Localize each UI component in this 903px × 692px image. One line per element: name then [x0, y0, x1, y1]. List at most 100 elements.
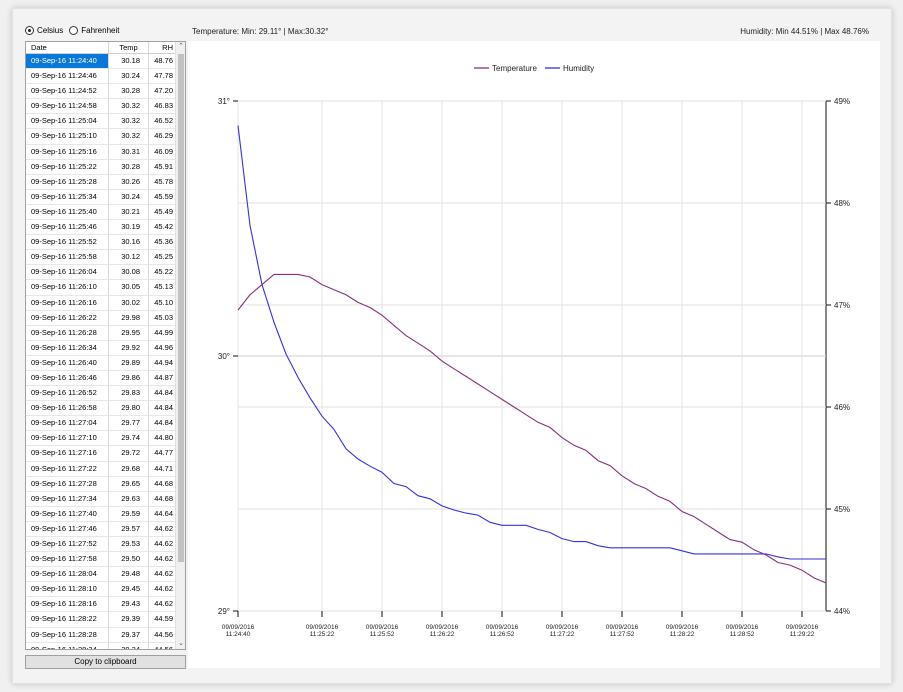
table-row[interactable]: 09-Sep-16 11:27:22 29.68 44.71: [26, 461, 177, 477]
rh-cell: 44.94: [154, 357, 173, 367]
temp-cell: 29.48: [109, 567, 149, 582]
table-row[interactable]: 09-Sep-16 11:25:58 30.12 45.25: [26, 250, 177, 266]
date-cell: 09-Sep-16 11:28:04: [26, 567, 109, 582]
right-y-tick-label: 47%: [834, 301, 850, 310]
table-row[interactable]: 09-Sep-16 11:27:58 29.50 44.62: [26, 552, 177, 568]
table-row[interactable]: 09-Sep-16 11:25:04 30.32 46.52: [26, 114, 177, 130]
x-tick-label: 11:28:22: [670, 631, 695, 638]
table-row[interactable]: 09-Sep-16 11:28:28 29.37 44.56: [26, 627, 177, 643]
table-row[interactable]: 09-Sep-16 11:27:16 29.72 44.77: [26, 446, 177, 462]
copy-to-clipboard-button[interactable]: Copy to clipboard: [25, 655, 186, 669]
date-cell: 09-Sep-16 11:26:16: [26, 295, 109, 310]
temp-cell: 29.45: [109, 582, 149, 597]
rh-cell: 44.99: [154, 327, 173, 337]
table-row[interactable]: 09-Sep-16 11:27:34 29.63 44.68: [26, 491, 177, 507]
rh-cell: 44.96: [154, 342, 173, 352]
temp-cell: 30.31: [109, 144, 149, 159]
scroll-up-icon[interactable]: ⌃: [177, 43, 185, 51]
x-tick-label: 11:25:52: [370, 631, 395, 638]
table-row[interactable]: 09-Sep-16 11:26:04 30.08 45.22: [26, 265, 177, 281]
x-tick-label: 09/09/2016: [606, 624, 639, 631]
table-row[interactable]: 09-Sep-16 11:26:28 29.95 44.99: [26, 325, 177, 341]
rh-cell: 44.68: [154, 493, 173, 503]
rh-cell: 44.84: [154, 403, 173, 413]
table-scrollbar[interactable]: ⌃ ⌄: [175, 42, 185, 649]
table-row[interactable]: 09-Sep-16 11:26:46 29.86 44.87: [26, 370, 177, 387]
temp-cell: 30.18: [109, 54, 149, 69]
rh-cell: 44.62: [154, 554, 173, 564]
table-row[interactable]: 09-Sep-16 11:27:52 29.53 44.62: [26, 537, 177, 553]
table-row[interactable]: 09-Sep-16 11:26:58 29.80 44.84: [26, 401, 177, 417]
table-row[interactable]: 09-Sep-16 11:25:46 30.19 45.42: [26, 220, 177, 236]
date-cell: 09-Sep-16 11:25:40: [26, 204, 109, 220]
table-row[interactable]: 09-Sep-16 11:28:22 29.39 44.59: [26, 612, 177, 628]
table-row[interactable]: 09-Sep-16 11:24:58 30.32 46.83: [26, 99, 177, 115]
table-row[interactable]: 09-Sep-16 11:25:22 30.28 45.91: [26, 159, 177, 175]
table-row[interactable]: 09-Sep-16 11:28:10 29.45 44.62: [26, 582, 177, 598]
rh-cell: 46.29: [154, 131, 173, 141]
rh-cell: 45.03: [154, 312, 173, 322]
date-cell: 09-Sep-16 11:27:34: [26, 491, 109, 506]
temperature-summary: Temperature: Min: 29.11° | Max:30.32°: [192, 27, 329, 36]
table-row[interactable]: 09-Sep-16 11:27:04 29.77 44.84: [26, 416, 177, 432]
table-row[interactable]: 09-Sep-16 11:26:40 29.89 44.94: [26, 355, 177, 371]
temp-cell: 29.37: [109, 627, 149, 642]
date-cell: 09-Sep-16 11:26:04: [26, 265, 109, 280]
temp-cell: 29.59: [109, 506, 149, 521]
x-tick-label: 11:27:52: [610, 631, 635, 638]
table-row[interactable]: 09-Sep-16 11:26:34 29.92 44.96: [26, 340, 177, 356]
fahrenheit-radio-dot[interactable]: [69, 26, 79, 35]
table-row[interactable]: 09-Sep-16 11:26:10 30.05 45.13: [26, 280, 177, 296]
temp-cell: 30.32: [109, 99, 149, 114]
scroll-down-icon[interactable]: ⌄: [177, 640, 185, 648]
date-cell: 09-Sep-16 11:26:22: [26, 310, 109, 325]
table-row[interactable]: 09-Sep-16 11:25:16 30.31 46.09: [26, 144, 177, 160]
table-row[interactable]: 09-Sep-16 11:24:52 30.28 47.20: [26, 84, 177, 100]
temp-cell: 29.43: [109, 597, 149, 612]
table-row[interactable]: 09-Sep-16 11:24:40 30.18 48.76: [26, 54, 177, 70]
rh-cell: 45.25: [154, 252, 173, 262]
date-header[interactable]: Date: [26, 42, 109, 53]
table-row[interactable]: 09-Sep-16 11:24:46 30.24 47.78: [26, 69, 177, 85]
temp-header[interactable]: Temp: [109, 42, 149, 53]
table-body: 09-Sep-16 11:24:40 30.18 48.76 09-Sep-16 11…: [26, 54, 177, 649]
table-row[interactable]: 09-Sep-16 11:27:40 29.59 44.64: [26, 506, 177, 522]
scrollbar-thumb[interactable]: [178, 54, 184, 562]
table-row[interactable]: 09-Sep-16 11:27:10 29.74 44.80: [26, 431, 177, 447]
readings-table[interactable]: Date Temp RH 09-Sep-16 11:24:40 30.18 48.7…: [25, 41, 186, 650]
table-row[interactable]: 09-Sep-16 11:25:34 30.24 45.59: [26, 189, 177, 205]
celsius-radio-dot[interactable]: [25, 26, 34, 35]
left-y-tick-label: 30°: [218, 352, 230, 361]
left-y-tick-label: 29°: [218, 607, 230, 616]
rh-cell: 46.09: [154, 146, 173, 156]
rh-cell: 45.59: [154, 191, 173, 201]
temp-cell: 29.86: [109, 370, 149, 386]
temp-cell: 29.89: [109, 355, 149, 370]
fahrenheit-radio[interactable]: Fahrenheit: [69, 26, 119, 35]
table-row[interactable]: 09-Sep-16 11:28:04 29.48 44.62: [26, 567, 177, 583]
table-row[interactable]: 09-Sep-16 11:27:46 29.57 44.62: [26, 521, 177, 537]
table-row[interactable]: 09-Sep-16 11:28:34 29.34 44.56: [26, 642, 177, 649]
table-row[interactable]: 09-Sep-16 11:26:52 29.83 44.84: [26, 386, 177, 402]
date-cell: 09-Sep-16 11:26:10: [26, 280, 109, 295]
rh-cell: 44.56: [154, 629, 173, 639]
table-row[interactable]: 09-Sep-16 11:28:16 29.43 44.62: [26, 597, 177, 613]
date-cell: 09-Sep-16 11:25:10: [26, 129, 109, 144]
table-row[interactable]: 09-Sep-16 11:25:28 30.26 45.78: [26, 174, 177, 190]
table-row[interactable]: 09-Sep-16 11:25:52 30.16 45.36: [26, 235, 177, 251]
rh-header[interactable]: RH: [149, 42, 177, 53]
line-chart: 09/09/2016 11:24:40 09/09/2016 11:25:22 09/0…: [188, 41, 880, 668]
temp-cell: 29.68: [109, 461, 149, 476]
table-row[interactable]: 09-Sep-16 11:27:28 29.65 44.68: [26, 476, 177, 492]
right-y-tick-label: 45%: [834, 505, 850, 514]
celsius-radio[interactable]: Celsius: [25, 26, 63, 35]
x-tick-label: 09/09/2016: [726, 624, 759, 631]
table-row[interactable]: 09-Sep-16 11:25:10 30.32 46.29: [26, 129, 177, 145]
table-header: Date Temp RH: [26, 42, 185, 54]
temp-cell: 29.50: [109, 552, 149, 567]
table-row[interactable]: 09-Sep-16 11:26:22 29.98 45.03: [26, 310, 177, 326]
date-cell: 09-Sep-16 11:25:52: [26, 235, 109, 250]
table-row[interactable]: 09-Sep-16 11:25:40 30.21 45.49: [26, 204, 177, 221]
table-row[interactable]: 09-Sep-16 11:26:16 30.02 45.10: [26, 295, 177, 311]
date-cell: 09-Sep-16 11:24:58: [26, 99, 109, 114]
